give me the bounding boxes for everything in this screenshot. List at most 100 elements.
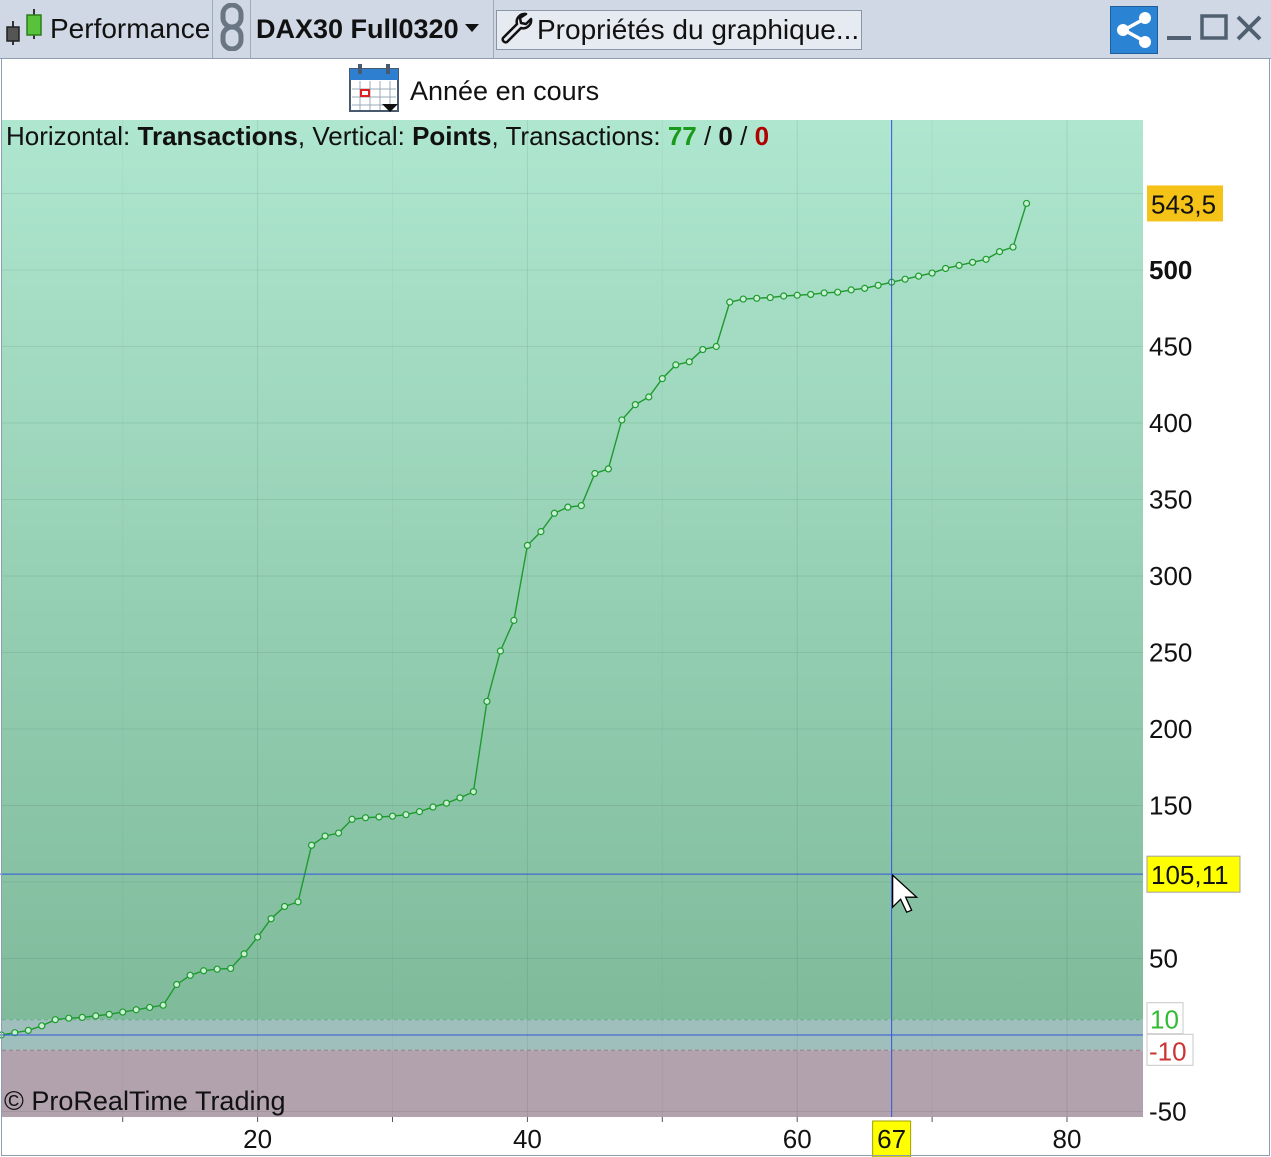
data-point	[982, 255, 990, 263]
transactions-separator-2: /	[732, 121, 755, 151]
data-point	[1022, 199, 1031, 208]
x-axis-band	[2, 1117, 1143, 1155]
y-tick-label: 500	[1149, 255, 1192, 285]
data-point	[307, 841, 316, 849]
y-tick-label: 350	[1149, 485, 1192, 515]
cursor-y-label: 105,11	[1151, 860, 1229, 890]
transactions-prefix: , Transactions:	[491, 121, 668, 151]
data-point	[874, 281, 882, 289]
vertical-prefix: , Vertical:	[297, 121, 413, 151]
data-point	[631, 401, 639, 409]
data-point	[119, 1008, 127, 1016]
data-point	[780, 292, 788, 300]
data-point	[658, 375, 666, 383]
data-point	[442, 799, 451, 807]
chart-info-line: Horizontal: Transactions, Vertical: Poin…	[6, 121, 769, 152]
data-point	[24, 1026, 32, 1035]
performance-chart[interactable]: -5050150200250300350400450500543,5105,11…	[0, 0, 1271, 1157]
plot-background	[2, 120, 1143, 1020]
data-point	[213, 965, 221, 973]
copyright-text: © ProRealTime Trading	[4, 1086, 286, 1116]
data-point	[591, 469, 599, 478]
x-tick-label: 40	[513, 1124, 542, 1154]
data-point	[321, 832, 329, 840]
data-point	[334, 829, 343, 837]
x-tick-label: 60	[783, 1124, 812, 1154]
data-point	[429, 803, 437, 811]
data-point	[51, 1016, 59, 1024]
data-point	[415, 808, 424, 816]
data-point	[604, 465, 612, 473]
data-point	[672, 361, 680, 369]
data-point	[699, 345, 707, 354]
data-point	[105, 1010, 113, 1018]
data-point	[65, 1014, 73, 1022]
horizontal-prefix: Horizontal:	[6, 121, 138, 151]
data-point	[294, 898, 302, 906]
data-point	[267, 915, 275, 923]
transactions-mid: 0	[718, 121, 733, 151]
data-point	[955, 261, 963, 270]
data-point	[793, 291, 801, 299]
data-point	[361, 814, 370, 822]
data-point	[523, 541, 532, 550]
transactions-separator-1: /	[696, 121, 719, 151]
data-point	[173, 980, 181, 989]
y-tick-label: 50	[1149, 944, 1178, 974]
data-point	[469, 788, 478, 796]
lower-threshold-label: -10	[1149, 1036, 1187, 1066]
data-point	[159, 1001, 167, 1009]
data-point	[766, 293, 774, 302]
y-tick-label: 450	[1149, 332, 1192, 362]
data-point	[712, 342, 720, 351]
x-tick-label: 20	[243, 1124, 272, 1154]
data-point	[537, 528, 545, 536]
y-tick-label: 250	[1149, 638, 1192, 668]
data-point	[375, 813, 383, 821]
data-point	[280, 902, 289, 911]
data-point	[968, 258, 977, 266]
data-point	[618, 416, 626, 424]
data-point	[685, 358, 693, 366]
data-point	[753, 294, 761, 302]
vertical-value: Points	[412, 121, 492, 151]
data-point	[146, 1003, 154, 1012]
data-point	[186, 971, 194, 979]
y-tick-label: 300	[1149, 561, 1192, 591]
data-point	[1009, 243, 1017, 251]
data-point	[577, 502, 585, 510]
data-point	[726, 298, 734, 306]
y-tick-label: -50	[1149, 1097, 1187, 1127]
data-point	[915, 272, 923, 280]
data-point	[739, 295, 747, 303]
y-tick-label: 200	[1149, 714, 1192, 744]
data-point	[550, 509, 558, 517]
data-point	[901, 275, 909, 283]
data-point	[240, 950, 248, 958]
data-point	[78, 1013, 86, 1022]
y-tick-label: 400	[1149, 408, 1192, 438]
data-point	[564, 503, 572, 511]
upper-threshold-label: 10	[1150, 1005, 1179, 1035]
data-point	[834, 288, 842, 296]
horizontal-value: Transactions	[137, 121, 298, 151]
data-point	[92, 1012, 100, 1020]
data-point	[402, 811, 410, 819]
data-point	[200, 967, 208, 975]
y-tick-label: 150	[1149, 791, 1192, 821]
transactions-total: 77	[667, 121, 697, 151]
data-point	[820, 289, 828, 297]
last-value-label: 543,5	[1151, 189, 1216, 219]
data-point	[483, 697, 491, 706]
data-point	[456, 794, 464, 802]
data-point	[254, 933, 262, 941]
data-point	[496, 647, 505, 655]
data-point	[227, 964, 235, 973]
data-point	[941, 264, 950, 273]
data-point	[132, 1006, 140, 1014]
x-tick-label: 80	[1053, 1124, 1082, 1154]
transactions-losers: 0	[754, 121, 770, 151]
data-point	[388, 812, 397, 820]
data-point	[807, 290, 815, 299]
data-point	[861, 284, 869, 292]
